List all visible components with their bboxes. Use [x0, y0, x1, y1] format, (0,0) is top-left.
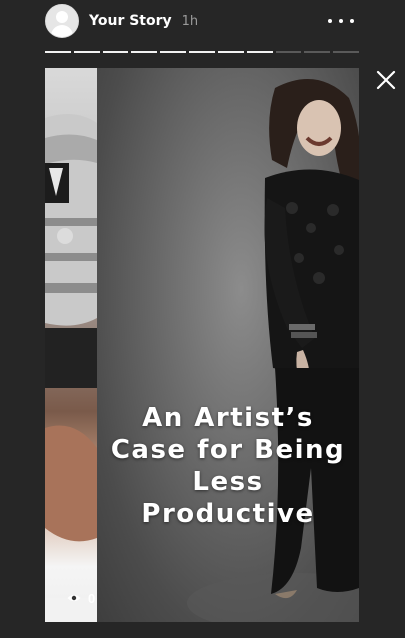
- story-timestamp: 1h: [181, 13, 199, 29]
- progress-segment[interactable]: [246, 51, 273, 53]
- more-dot: [328, 19, 332, 23]
- story-photo: An Artist’s Case for Being Less Producti…: [97, 68, 359, 622]
- story-progress-bar: [45, 51, 359, 54]
- close-icon[interactable]: [376, 70, 396, 90]
- progress-segment[interactable]: [45, 51, 71, 53]
- progress-segment[interactable]: [217, 51, 244, 53]
- story-viewer: Your Story 1h An Artist’s Case for Being…: [0, 0, 405, 638]
- progress-segment[interactable]: [275, 51, 302, 53]
- progress-segment[interactable]: [189, 51, 215, 53]
- progress-segment[interactable]: [333, 51, 359, 53]
- eye-icon: [67, 594, 81, 602]
- story-username[interactable]: Your Story: [89, 13, 172, 29]
- progress-segment[interactable]: [304, 51, 331, 53]
- more-dot: [339, 19, 343, 23]
- progress-segment[interactable]: [73, 51, 100, 53]
- progress-segment[interactable]: [102, 51, 129, 53]
- progress-segment[interactable]: [131, 51, 158, 53]
- avatar-body-shape: [51, 25, 73, 37]
- avatar-head-shape: [56, 11, 68, 23]
- more-options-icon[interactable]: [328, 13, 354, 29]
- story-title: An Artist’s Case for Being Less Producti…: [110, 403, 346, 529]
- more-dot: [350, 19, 354, 23]
- progress-segment[interactable]: [160, 51, 187, 53]
- views-count: 0: [88, 590, 96, 606]
- previous-story-peek[interactable]: [45, 68, 97, 622]
- story-header: Your Story 1h: [45, 4, 360, 38]
- views-indicator[interactable]: 0: [67, 588, 95, 608]
- story-media[interactable]: An Artist’s Case for Being Less Producti…: [45, 68, 359, 622]
- avatar[interactable]: [45, 4, 79, 38]
